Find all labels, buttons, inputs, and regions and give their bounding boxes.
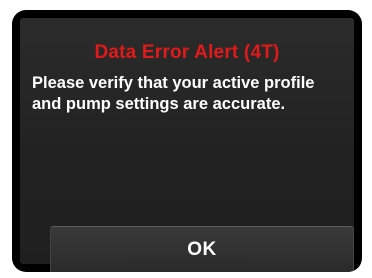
alert-dialog: Data Error Alert (4T) Please verify that… [20, 18, 354, 272]
pump-screen: Data Error Alert (4T) Please verify that… [12, 10, 362, 272]
device-frame: Data Error Alert (4T) Please verify that… [0, 0, 372, 278]
alert-title: Data Error Alert (4T) [94, 42, 280, 63]
ok-button-label: OK [187, 238, 217, 260]
alert-message: Please verify that your active profile a… [32, 74, 315, 113]
ok-button[interactable]: OK [50, 226, 354, 272]
